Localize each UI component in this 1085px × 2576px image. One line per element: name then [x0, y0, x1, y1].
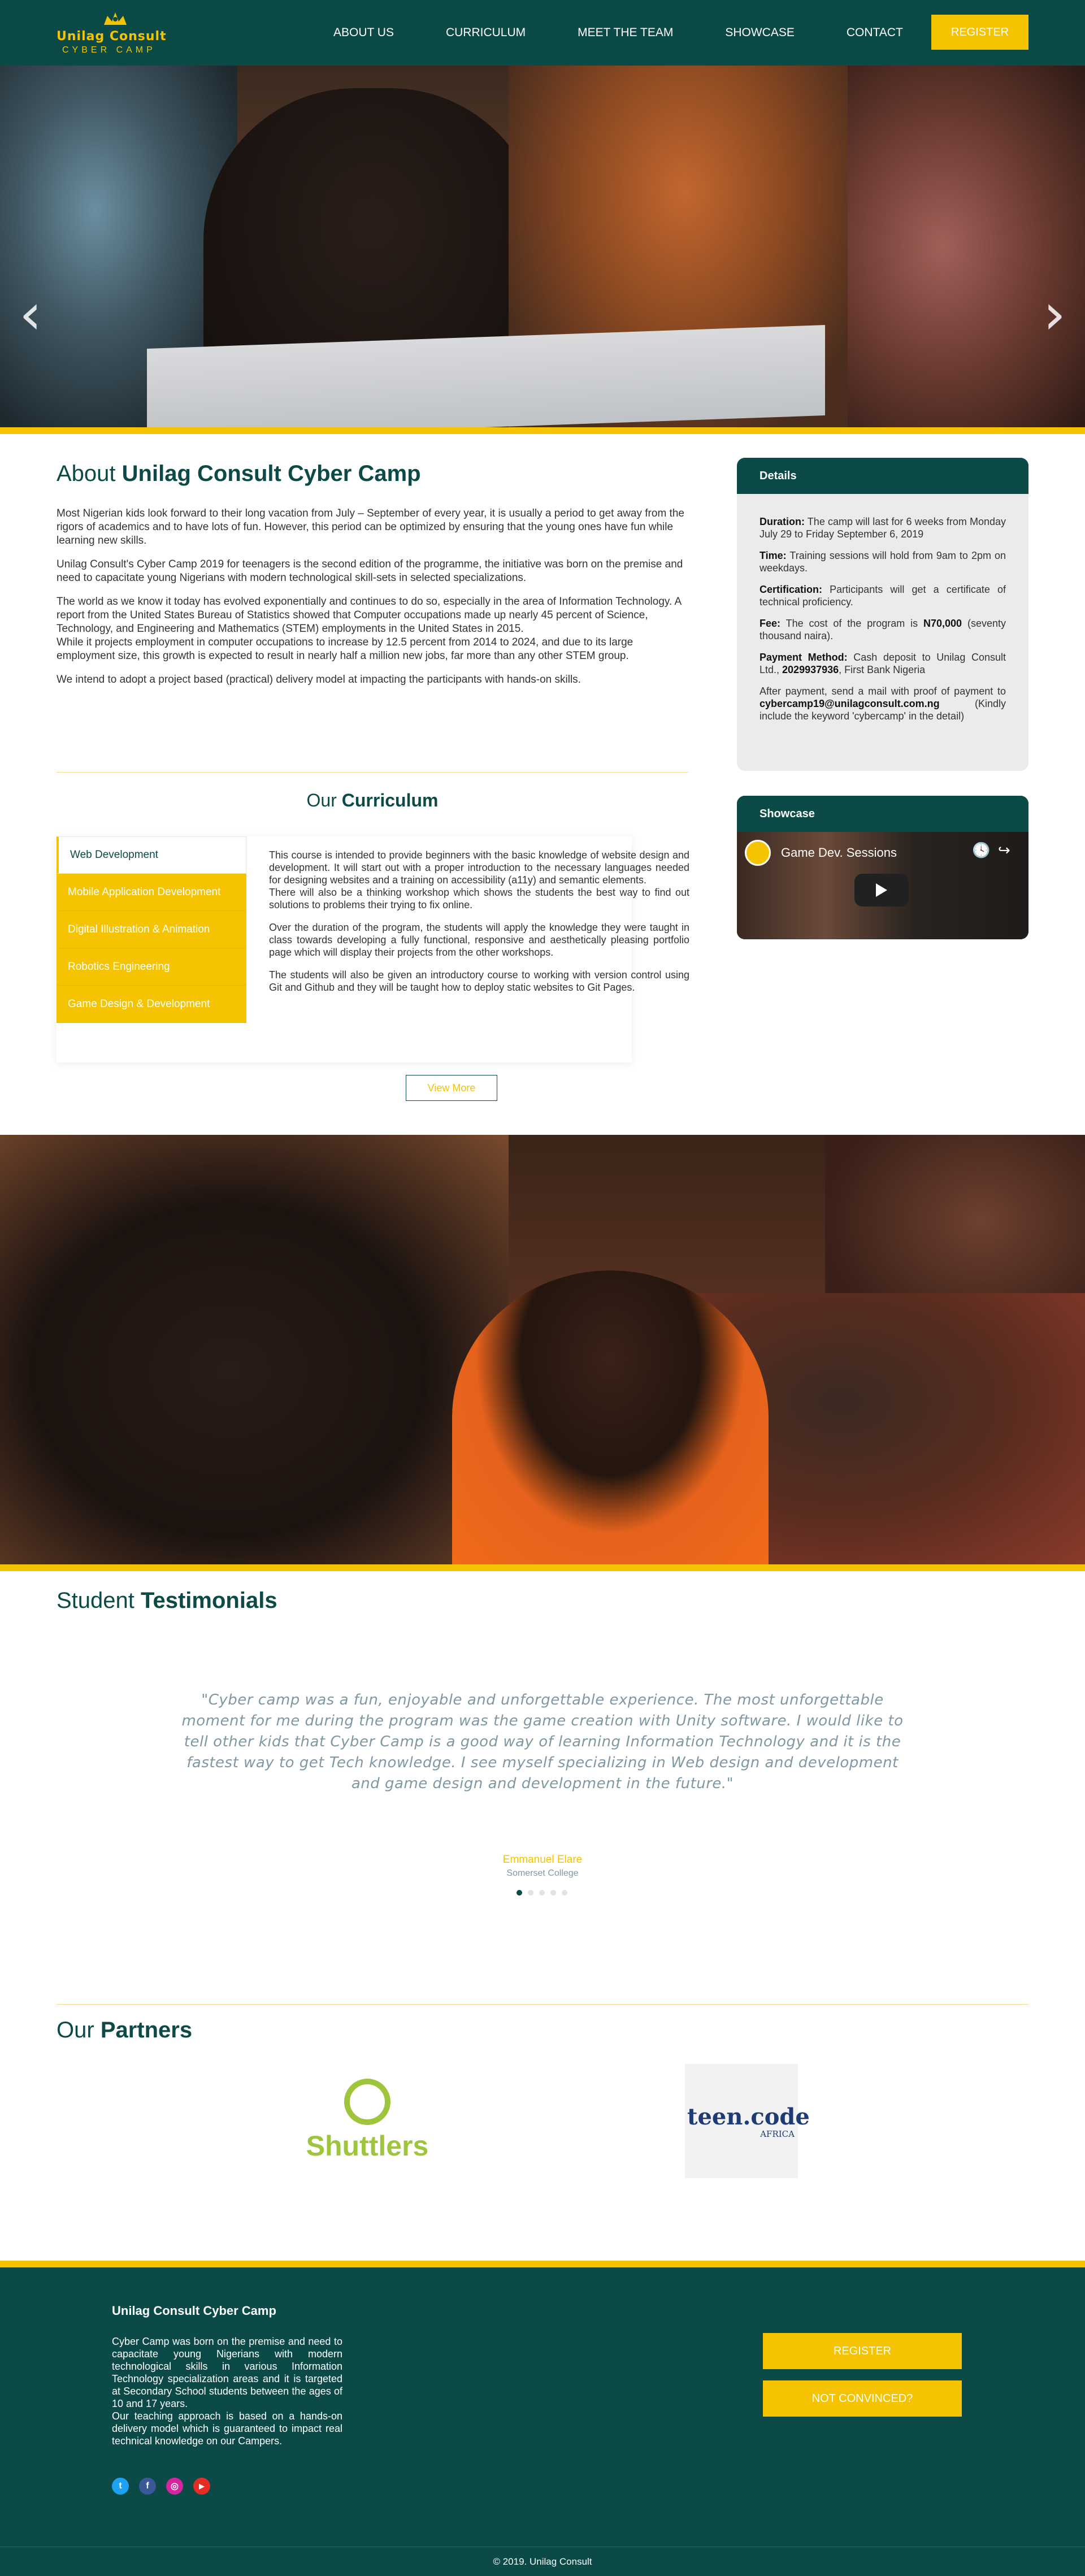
nav-link-contact[interactable]: CONTACT — [847, 26, 903, 40]
contact-email-link[interactable]: cybercamp19@unilagconsult.com.ng — [760, 698, 940, 709]
social-links: t f ◎ ▶ — [112, 2478, 220, 2495]
hero-slider: ‹ › — [0, 66, 1085, 427]
about-paragraph: Unilag Consult's Cyber Camp 2019 for tee… — [57, 558, 683, 584]
about-paragraph: The world as we know it today has evolve… — [57, 596, 682, 635]
section-divider — [57, 2004, 1028, 2005]
carousel-dots — [517, 1890, 573, 1896]
about-paragraph: Most Nigerian kids look forward to their… — [57, 508, 684, 547]
showcase-title: Showcase — [737, 796, 1028, 832]
footer-register-button[interactable]: REGISTER — [763, 2333, 962, 2369]
partners-title: Our Partners — [57, 2018, 193, 2042]
curriculum-paragraph: There will also be a thinking workshop w… — [269, 887, 689, 910]
twitter-icon[interactable]: t — [112, 2478, 129, 2495]
footer-title: Unilag Consult Cyber Camp — [112, 2304, 276, 2318]
video-title[interactable]: Game Dev. Sessions — [781, 845, 897, 860]
footer-paragraph: Our teaching approach is based on a hand… — [112, 2410, 342, 2447]
photo-region — [0, 1135, 509, 1564]
watch-later-icon[interactable]: 🕓 — [972, 842, 990, 859]
divider-bar — [0, 1564, 1085, 1571]
teencode-sub: AFRICA — [760, 2128, 795, 2139]
tab-robotics-engineering[interactable]: Robotics Engineering — [57, 948, 246, 986]
main-menu: ABOUT US CURRICULUM MEET THE TEAM SHOWCA… — [333, 0, 955, 66]
details-certification: Certification: Participants will get a c… — [760, 584, 1006, 608]
carousel-dot[interactable] — [550, 1890, 556, 1896]
nav-link-meet-the-team[interactable]: MEET THE TEAM — [578, 26, 673, 40]
details-body: Duration: The camp will last for 6 weeks… — [737, 494, 1028, 722]
about-content: About Unilag Consult Cyber Camp Most Nig… — [57, 461, 688, 697]
tab-content: This course is intended to provide begin… — [269, 849, 689, 1004]
shuttlers-wordmark: Shuttlers — [306, 2130, 429, 2162]
details-card: Details Duration: The camp will last for… — [737, 458, 1028, 771]
tab-game-design-development[interactable]: Game Design & Development — [57, 986, 246, 1023]
share-icon[interactable]: ↪ — [998, 842, 1010, 859]
facebook-icon[interactable]: f — [139, 2478, 156, 2495]
shuttlers-logo[interactable]: Shuttlers — [305, 2079, 429, 2169]
teencode-logo[interactable]: teen.code AFRICA — [685, 2064, 810, 2178]
tab-web-development[interactable]: Web Development — [57, 836, 246, 874]
youtube-icon[interactable]: ▶ — [193, 2478, 210, 2495]
slider-next-arrow-icon[interactable]: › — [1043, 280, 1066, 348]
copyright: © 2019. Unilag Consult — [0, 2547, 1085, 2576]
testimonial-school: Somerset College — [506, 1868, 579, 1878]
logo-line2: CYBER CAMP — [62, 45, 156, 55]
play-icon — [876, 883, 887, 897]
nav-link-curriculum[interactable]: CURRICULUM — [446, 26, 526, 40]
curriculum-paragraph: The students will also be given an intro… — [269, 969, 689, 993]
partners-section: Our Partners Shuttlers teen.code AFRICA — [0, 2012, 1085, 2261]
play-button[interactable] — [854, 874, 909, 907]
footer-paragraph: Cyber Camp was born on the premise and n… — [112, 2336, 342, 2409]
crest-icon — [104, 12, 127, 25]
details-after-payment: After payment, send a mail with proof of… — [760, 686, 1006, 722]
details-title: Details — [737, 458, 1028, 494]
details-fee: Fee: The cost of the program is N70,000 … — [760, 618, 1006, 641]
about-paragraph: We intend to adopt a project based (prac… — [57, 674, 581, 686]
footer-text: Cyber Camp was born on the premise and n… — [112, 2335, 342, 2447]
register-button[interactable]: REGISTER — [931, 15, 1028, 50]
not-convinced-button[interactable]: NOT CONVINCED? — [763, 2380, 962, 2417]
tab-digital-illustration-animation[interactable]: Digital Illustration & Animation — [57, 911, 246, 948]
instagram-icon[interactable]: ◎ — [166, 2478, 183, 2495]
about-section: About Unilag Consult Cyber Camp Most Nig… — [0, 434, 1085, 1135]
footer: Unilag Consult Cyber Camp Cyber Camp was… — [0, 2261, 1085, 2547]
testimonial-author: Emmanuel Elare — [502, 1854, 583, 1866]
shuttlers-mark-icon — [344, 2079, 390, 2125]
slider-prev-arrow-icon[interactable]: ‹ — [19, 280, 42, 348]
details-time: Time: Training sessions will hold from 9… — [760, 550, 1006, 574]
logo-line1: Unilag Consult — [57, 29, 167, 44]
site-logo[interactable]: Unilag Consult CYBER CAMP — [57, 10, 175, 55]
about-title: About Unilag Consult Cyber Camp — [57, 461, 421, 486]
section-divider — [57, 772, 688, 773]
curriculum-paragraph: Over the duration of the program, the st… — [269, 922, 689, 958]
testimonial-quote: "Cyber camp was a fun, enjoyable and unf… — [181, 1692, 904, 1792]
nav-link-about-us[interactable]: ABOUT US — [333, 26, 394, 40]
students-photo — [0, 1135, 1085, 1564]
carousel-dot[interactable] — [528, 1890, 533, 1896]
nav-link-showcase[interactable]: SHOWCASE — [725, 26, 795, 40]
photo-region — [452, 1270, 769, 1564]
divider-bar — [0, 427, 1085, 434]
showcase-video[interactable]: Game Dev. Sessions 🕓 ↪ — [737, 832, 1028, 939]
carousel-dot[interactable] — [539, 1890, 545, 1896]
showcase-card: Showcase Game Dev. Sessions 🕓 ↪ — [737, 796, 1028, 939]
curriculum-paragraph: This course is intended to provide begin… — [269, 849, 689, 886]
view-more-button[interactable]: View More — [406, 1075, 497, 1101]
carousel-dot[interactable] — [562, 1890, 567, 1896]
curriculum-panel: Web Development Mobile Application Devel… — [57, 836, 689, 1101]
hero-photo-region — [848, 66, 1085, 427]
teencode-wordmark: teen.code — [687, 2103, 810, 2130]
tab-mobile-application-development[interactable]: Mobile Application Development — [57, 874, 246, 911]
testimonials-title: Student Testimonials — [57, 1588, 277, 1613]
top-navbar: Unilag Consult CYBER CAMP ABOUT US CURRI… — [0, 0, 1085, 66]
carousel-dot[interactable] — [517, 1890, 522, 1896]
testimonials-section: Student Testimonials "Cyber camp was a f… — [0, 1571, 1085, 2012]
curriculum-title: Our Curriculum — [306, 790, 439, 810]
channel-avatar — [745, 840, 771, 866]
details-duration: Duration: The camp will last for 6 weeks… — [760, 516, 1006, 540]
curriculum-tabs: Web Development Mobile Application Devel… — [57, 836, 246, 1023]
details-payment: Payment Method: Cash deposit to Unilag C… — [760, 652, 1006, 675]
about-paragraph: While it projects employment in computer… — [57, 636, 633, 662]
